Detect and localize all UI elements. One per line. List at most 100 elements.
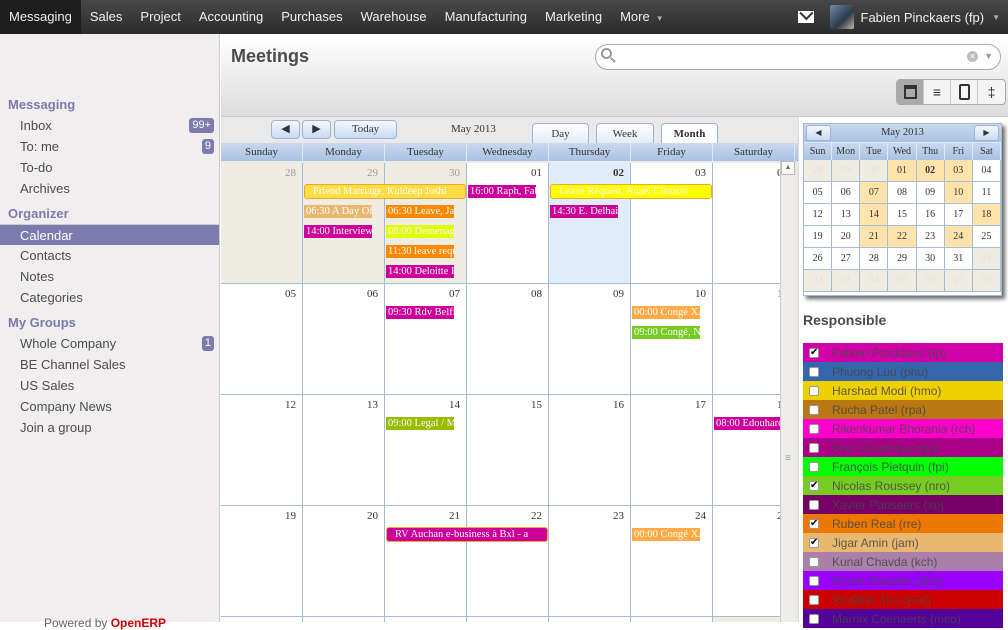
responsible-item[interactable]: Marnix Coenaerts (mco) [803,609,1003,628]
mini-day[interactable]: 28 [860,248,889,270]
calendar-event[interactable]: 08:00 Edouhard [714,417,782,430]
day-cell[interactable]: 28 [221,163,303,284]
checkbox[interactable] [809,594,819,605]
nav-project[interactable]: Project [131,0,189,34]
scroll-thumb[interactable]: ≡ [785,453,791,464]
calendar-event[interactable]: RV Auchan e-business à Bxl - a [386,527,548,542]
sidebar-item-us-sales[interactable]: US Sales [0,375,219,396]
day-cell[interactable]: 10 [631,284,713,395]
mini-day[interactable]: 10 [944,182,973,204]
calendar-event[interactable]: 11:30 leave request [386,245,454,258]
mini-day[interactable]: 30 [860,160,889,182]
mini-day[interactable]: 26 [804,248,833,270]
sidebar-item-company-news[interactable]: Company News [0,396,219,417]
calendar-event[interactable]: 14:00 Deloitte B [386,265,454,278]
mini-day[interactable]: 27 [832,248,861,270]
responsible-item[interactable]: François Pietquin (fpi) [803,457,1003,476]
mini-day[interactable]: 05 [888,270,917,292]
mini-day[interactable]: 14 [860,204,889,226]
day-cell[interactable]: 12 [221,395,303,506]
day-cell[interactable]: 20 [303,506,385,617]
day-cell[interactable]: 17 [631,395,713,506]
calendar-event[interactable]: 16:00 Raph, Fab [468,185,536,198]
calendar-event[interactable]: 09:30 Rdv Belfius [386,306,454,319]
day-cell[interactable]: 07 [385,284,467,395]
nav-more[interactable]: More ▼ [611,0,673,34]
day-cell[interactable]: 06 [303,284,385,395]
mini-day[interactable]: 23 [916,226,945,248]
mini-day[interactable]: 03 [944,160,973,182]
checkbox[interactable]: ✔ [809,347,819,358]
mini-day[interactable]: 08 [972,270,1001,292]
mini-day[interactable]: 22 [888,226,917,248]
day-cell[interactable]: 08 [467,284,549,395]
day-cell[interactable]: 21 [385,506,467,617]
calendar-event[interactable]: 09:00 Legal / M [386,417,454,430]
checkbox[interactable]: ✔ [809,480,819,491]
form-view-button[interactable] [951,80,978,104]
day-cell[interactable] [303,617,385,622]
nav-purchases[interactable]: Purchases [272,0,351,34]
responsible-item[interactable]: Harshad Modi (hmo) [803,381,1003,400]
calendar-event[interactable]: 06:30 A Day Off [304,205,372,218]
mini-day[interactable]: 01 [972,248,1001,270]
day-cell[interactable]: 05 [221,284,303,395]
mini-day[interactable]: 11 [972,182,1001,204]
checkbox[interactable] [809,575,819,586]
responsible-item[interactable]: Rikenkumar Bhorania (rch) [803,419,1003,438]
mini-day[interactable]: 06 [916,270,945,292]
tab-day[interactable]: Day [532,123,589,143]
user-name[interactable]: Fabien Pinckaers (fp) [861,10,985,25]
mini-day[interactable]: 09 [916,182,945,204]
checkbox[interactable]: ✔ [809,518,819,529]
calendar-event[interactable]: Friend Marriage, Kuldeep Joshi [304,184,466,199]
day-cell[interactable] [467,617,549,622]
day-cell[interactable]: 19 [221,506,303,617]
mini-day[interactable]: 02 [804,270,833,292]
calendar-event[interactable]: 08:00 Demenagement [386,225,454,238]
nav-manufacturing[interactable]: Manufacturing [436,0,536,34]
tab-week[interactable]: Week [596,123,654,143]
mini-day[interactable]: 01 [888,160,917,182]
scrollbar[interactable]: ▲ ≡ [780,161,795,622]
sidebar-item-categories[interactable]: Categories [0,287,219,308]
day-cell[interactable]: 14 [385,395,467,506]
mini-next-button[interactable]: ▶ [974,125,999,141]
calendar-event[interactable]: 14:00 Interview [304,225,372,238]
user-menu[interactable]: Fabien Pinckaers (fp) ▼ [797,0,1008,34]
checkbox[interactable] [809,499,819,510]
checkbox[interactable] [809,461,819,472]
checkbox[interactable] [809,442,819,453]
mini-day[interactable]: 04 [860,270,889,292]
nav-marketing[interactable]: Marketing [536,0,611,34]
responsible-item[interactable]: Kunal Chavda (kch) [803,552,1003,571]
day-cell[interactable]: 13 [303,395,385,506]
checkbox[interactable] [809,404,819,415]
mini-day[interactable]: 03 [832,270,861,292]
calendar-event[interactable]: 00:00 Congé XA [632,306,700,319]
mini-day[interactable]: 25 [972,226,1001,248]
mini-day[interactable]: 17 [944,204,973,226]
sidebar-item-archives[interactable]: Archives [0,178,219,199]
mini-day[interactable]: 29 [888,248,917,270]
calendar-event[interactable]: 14:30 E. Delhaize [550,205,618,218]
responsible-item[interactable]: Ravi Ghadhiya (rga) [803,438,1003,457]
day-cell[interactable]: 16 [549,395,631,506]
mini-day[interactable]: 07 [944,270,973,292]
day-cell[interactable]: 09 [549,284,631,395]
sidebar-item-contacts[interactable]: Contacts [0,245,219,266]
day-cell[interactable]: 23 [549,506,631,617]
mini-day[interactable]: 20 [832,226,861,248]
day-cell[interactable]: 15 [467,395,549,506]
day-cell[interactable]: 24 [631,506,713,617]
mini-day[interactable]: 08 [888,182,917,204]
mini-day[interactable]: 05 [804,182,833,204]
scroll-up-button[interactable]: ▲ [781,161,795,175]
checkbox[interactable] [809,556,819,567]
mini-day[interactable]: 28 [804,160,833,182]
list-view-button[interactable]: ≡ [924,80,951,104]
mini-day[interactable]: 31 [944,248,973,270]
mini-day[interactable]: 12 [804,204,833,226]
responsible-item[interactable]: ✔ Jigar Amin (jam) [803,533,1003,552]
responsible-item[interactable]: Dhruti Shashtri (dhs) [803,571,1003,590]
